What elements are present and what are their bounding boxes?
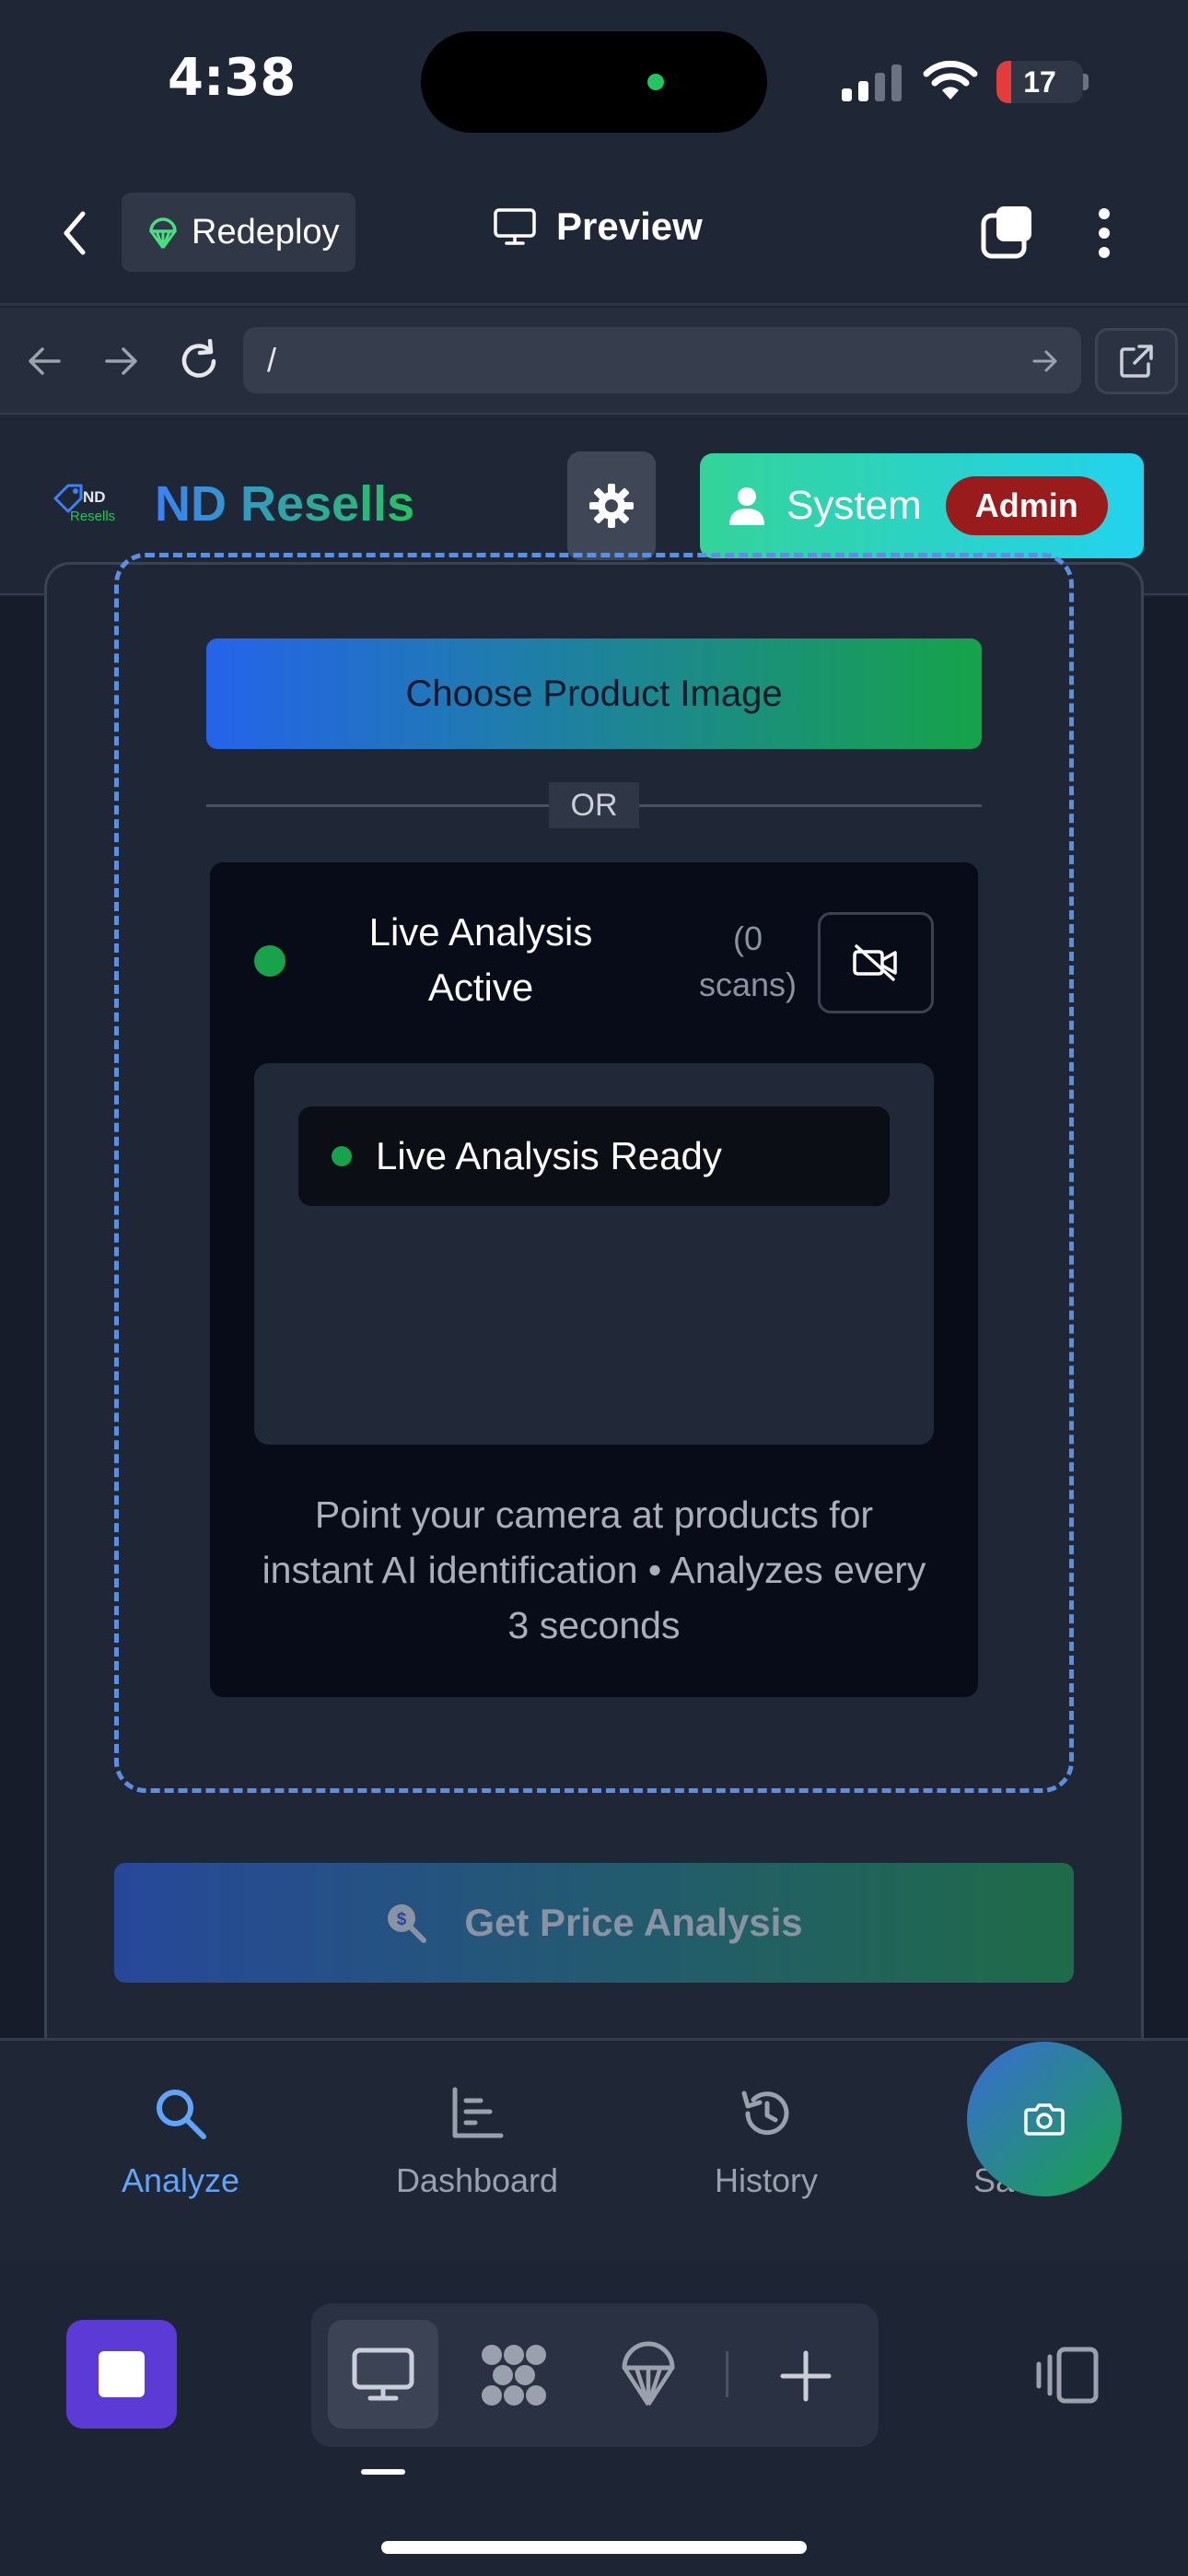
search-icon [157,2090,206,2139]
dynamic-island [421,31,767,133]
go-arrow-icon[interactable] [1031,348,1059,374]
tool-separator [726,2351,728,2397]
camera-fab-button[interactable] [967,2042,1122,2196]
ready-status-label: Live Analysis Ready [376,1134,722,1177]
arrow-forward-icon[interactable] [103,345,140,378]
live-status-dot [254,945,285,977]
external-link-icon [1120,345,1153,378]
arrow-back-icon[interactable] [26,345,63,378]
deploy-icon[interactable] [621,2340,676,2408]
ready-status-dot [332,1146,352,1166]
get-price-analysis-label: Get Price Analysis [464,1901,803,1944]
camera-hint-text: Point your camera at products for instan… [262,1493,926,1646]
split-panel-icon[interactable] [1033,2346,1100,2405]
workflow-icon[interactable] [479,2342,549,2408]
live-ready-status: Live Analysis Ready [298,1107,890,1206]
live-analysis-title: Live Analysis Active [368,910,593,1009]
open-external-button[interactable] [1095,328,1178,394]
battery-nub [1083,74,1089,90]
brand-logo[interactable]: ND Resells [52,478,125,530]
logo-text-bottom: Resells [70,509,115,524]
monitor-icon [494,208,536,245]
url-input[interactable]: / [243,327,1081,393]
camera-icon [1024,2103,1065,2136]
nav-label-analyze: Analyze [121,2161,240,2199]
scan-count: (0 scans) [698,919,798,1003]
user-icon [729,487,764,525]
battery-level: 17 [1023,65,1056,99]
nav-item-dashboard[interactable]: Dashboard [376,2086,578,2200]
nav-label-dashboard: Dashboard [395,2161,559,2199]
logo-text-top: ND [83,488,106,506]
nav-item-analyze[interactable]: Analyze [79,2086,282,2200]
user-name: System [786,483,922,528]
wifi-icon [923,61,978,100]
nav-label-history: History [714,2161,818,2199]
deploy-icon [149,217,177,249]
choose-image-button[interactable]: Choose Product Image [206,638,982,749]
redeploy-label: Redeploy [192,212,340,252]
camera-toggle-button[interactable] [818,912,934,1013]
stop-icon [99,2351,145,2397]
price-search-icon: $ [388,1904,427,1943]
back-chevron-icon[interactable] [61,210,88,256]
home-indicator [381,2541,807,2554]
bar-chart-icon [452,2087,504,2138]
user-menu-button[interactable]: System Admin [700,453,1144,558]
gear-icon [589,484,634,528]
more-vertical-icon[interactable] [1094,206,1114,260]
redeploy-button[interactable]: Redeploy [122,193,355,272]
get-price-analysis-button[interactable]: $ Get Price Analysis [114,1863,1074,1983]
signal-icon [842,64,902,101]
settings-button[interactable] [567,451,656,560]
status-time: 4:38 [168,48,297,108]
battery-icon: 17 [996,61,1083,103]
monitor-icon [352,2348,414,2401]
history-icon [741,2090,789,2136]
preview-title: Preview [494,205,703,249]
preview-title-label: Preview [556,205,703,248]
stop-button[interactable] [66,2320,177,2429]
nav-item-history[interactable]: History [665,2086,868,2200]
svg-text:$: $ [397,1910,407,1929]
role-badge: Admin [945,476,1108,535]
video-off-icon [853,944,897,981]
plus-icon[interactable] [779,2349,833,2403]
or-label: OR [549,782,639,828]
brand-name[interactable]: ND Resells [155,475,414,533]
camera-active-dot [647,74,664,90]
tag-logo-icon: ND Resells [53,484,115,524]
active-tool-indicator [361,2469,405,2475]
refresh-icon[interactable] [177,339,223,383]
tabs-icon[interactable] [980,205,1035,260]
